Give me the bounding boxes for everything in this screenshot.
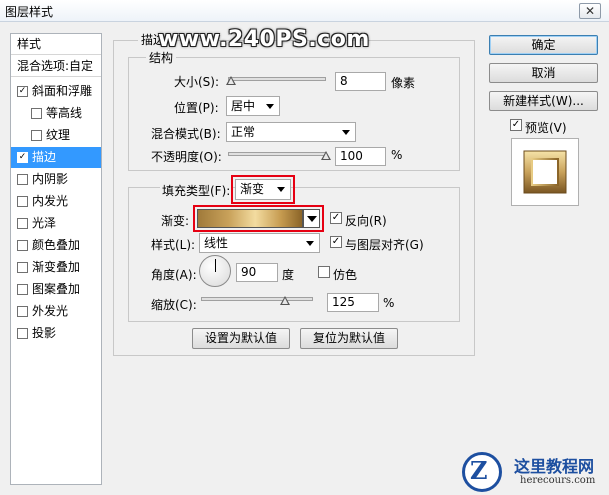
cancel-button[interactable]: 取消 bbox=[489, 63, 598, 83]
dither-label: 仿色 bbox=[333, 268, 358, 282]
close-button[interactable]: ✕ bbox=[579, 3, 601, 19]
outer-glow-checkbox[interactable] bbox=[17, 306, 28, 317]
size-slider[interactable] bbox=[225, 73, 326, 87]
dither-checkbox[interactable] bbox=[318, 266, 330, 278]
position-label: 位置(P): bbox=[174, 101, 219, 115]
slider-track bbox=[201, 297, 313, 301]
logo-title: 这里教程网 bbox=[514, 457, 595, 476]
sidebar-item-satin[interactable]: 光泽 bbox=[11, 213, 101, 234]
sidebar-item-label: 等高线 bbox=[46, 106, 83, 120]
chevron-down-icon bbox=[306, 241, 314, 246]
angle-label: 角度(A): bbox=[151, 268, 197, 282]
fill-type-label: 填充类型(F): bbox=[160, 182, 233, 199]
opacity-slider[interactable] bbox=[228, 148, 331, 162]
style-select[interactable]: 线性 bbox=[199, 233, 320, 253]
site-logo: Z 这里教程网 herecours.com bbox=[458, 450, 608, 495]
gradient-label: 渐变: bbox=[161, 214, 190, 228]
scale-label: 缩放(C): bbox=[151, 298, 197, 312]
angle-input[interactable]: 90 bbox=[236, 263, 278, 282]
scale-input[interactable]: 125 bbox=[327, 293, 379, 312]
stroke-checkbox[interactable]: ✓ bbox=[17, 152, 28, 163]
watermark-text: www.240PS.com bbox=[158, 27, 370, 52]
slider-thumb[interactable] bbox=[225, 76, 236, 85]
scale-unit: % bbox=[383, 296, 395, 310]
chevron-down-icon bbox=[342, 130, 350, 135]
satin-checkbox[interactable] bbox=[17, 218, 28, 229]
sidebar-item-inner-shadow[interactable]: 内阴影 bbox=[11, 169, 101, 190]
sidebar-item-texture[interactable]: 纹理 bbox=[11, 125, 101, 146]
angle-unit: 度 bbox=[282, 268, 295, 282]
sidebar-item-label: 光泽 bbox=[32, 216, 57, 230]
make-default-button[interactable]: 设置为默认值 bbox=[192, 328, 290, 349]
sidebar-item-pattern-overlay[interactable]: 图案叠加 bbox=[11, 279, 101, 300]
sidebar-item-label: 图案叠加 bbox=[32, 282, 81, 296]
sidebar-item-bevel-emboss[interactable]: ✓ 斜面和浮雕 bbox=[11, 81, 101, 102]
sidebar-item-color-overlay[interactable]: 颜色叠加 bbox=[11, 235, 101, 256]
ok-button[interactable]: 确定 bbox=[489, 35, 598, 55]
sidebar-item-stroke[interactable]: ✓ 描边 bbox=[11, 147, 101, 168]
sidebar-item-label: 内发光 bbox=[32, 194, 69, 208]
reverse-label: 反向(R) bbox=[345, 214, 387, 228]
texture-checkbox[interactable] bbox=[31, 130, 42, 141]
pattern-overlay-checkbox[interactable] bbox=[17, 284, 28, 295]
inner-glow-checkbox[interactable] bbox=[17, 196, 28, 207]
bevel-emboss-checkbox[interactable]: ✓ bbox=[17, 86, 28, 97]
size-input[interactable]: 8 bbox=[335, 72, 386, 91]
logo-url: herecours.com bbox=[520, 475, 596, 486]
angle-dial[interactable] bbox=[199, 255, 231, 287]
align-layer-checkbox[interactable]: ✓ bbox=[330, 236, 342, 248]
preview-label: 预览(V) bbox=[525, 121, 567, 135]
sidebar-item-label: 渐变叠加 bbox=[32, 260, 81, 274]
sidebar-item-label: 纹理 bbox=[46, 128, 71, 142]
sidebar-item-drop-shadow[interactable]: 投影 bbox=[11, 323, 101, 344]
style-list: 样式 混合选项:自定 ✓ 斜面和浮雕 等高线 纹理 ✓ 描边 内阴影 内发光 光… bbox=[10, 33, 102, 485]
sidebar-item-label: 斜面和浮雕 bbox=[32, 84, 93, 98]
inner-shadow-checkbox[interactable] bbox=[17, 174, 28, 185]
blend-mode-label: 混合模式(B): bbox=[151, 127, 221, 141]
preview-checkbox[interactable]: ✓ bbox=[510, 119, 522, 131]
sidebar-item-label: 颜色叠加 bbox=[32, 238, 81, 252]
fill-type-highlight bbox=[231, 175, 295, 204]
sidebar-item-label: 投影 bbox=[32, 326, 57, 340]
sidebar-item-outer-glow[interactable]: 外发光 bbox=[11, 301, 101, 322]
chevron-down-icon bbox=[266, 104, 274, 109]
size-unit: 像素 bbox=[391, 76, 416, 90]
opacity-label: 不透明度(O): bbox=[151, 150, 222, 164]
opacity-input[interactable]: 100 bbox=[335, 147, 386, 166]
sidebar-item-gradient-overlay[interactable]: 渐变叠加 bbox=[11, 257, 101, 278]
size-label: 大小(S): bbox=[174, 75, 220, 89]
reset-default-button[interactable]: 复位为默认值 bbox=[300, 328, 398, 349]
logo-z-icon: Z bbox=[470, 456, 488, 485]
angle-dial-needle bbox=[215, 259, 216, 272]
slider-track bbox=[228, 77, 326, 81]
gradient-highlight bbox=[193, 205, 324, 232]
sidebar-item-label: 外发光 bbox=[32, 304, 69, 318]
position-select[interactable]: 居中 bbox=[226, 96, 280, 116]
style-label: 样式(L): bbox=[151, 238, 196, 252]
align-layer-label: 与图层对齐(G) bbox=[345, 238, 424, 252]
blend-mode-select[interactable]: 正常 bbox=[226, 122, 356, 142]
reverse-checkbox[interactable]: ✓ bbox=[330, 212, 342, 224]
title-bar: 图层样式 ✕ bbox=[0, 0, 609, 22]
styles-header[interactable]: 样式 bbox=[11, 34, 101, 55]
window-title: 图层样式 bbox=[5, 5, 54, 19]
slider-thumb[interactable] bbox=[280, 296, 290, 305]
style-preview bbox=[511, 138, 579, 206]
contour-checkbox[interactable] bbox=[31, 108, 42, 119]
sidebar-item-label: 描边 bbox=[32, 150, 57, 164]
preview-frame-icon bbox=[523, 150, 567, 194]
opacity-unit: % bbox=[391, 148, 403, 162]
drop-shadow-checkbox[interactable] bbox=[17, 328, 28, 339]
color-overlay-checkbox[interactable] bbox=[17, 240, 28, 251]
blend-options-item[interactable]: 混合选项:自定 bbox=[11, 56, 101, 77]
slider-thumb[interactable] bbox=[321, 151, 331, 160]
sidebar-item-contour[interactable]: 等高线 bbox=[11, 103, 101, 124]
slider-track bbox=[228, 152, 326, 156]
scale-slider[interactable] bbox=[201, 293, 313, 307]
sidebar-item-inner-glow[interactable]: 内发光 bbox=[11, 191, 101, 212]
new-style-button[interactable]: 新建样式(W)... bbox=[489, 91, 598, 111]
gradient-overlay-checkbox[interactable] bbox=[17, 262, 28, 273]
sidebar-item-label: 内阴影 bbox=[32, 172, 69, 186]
